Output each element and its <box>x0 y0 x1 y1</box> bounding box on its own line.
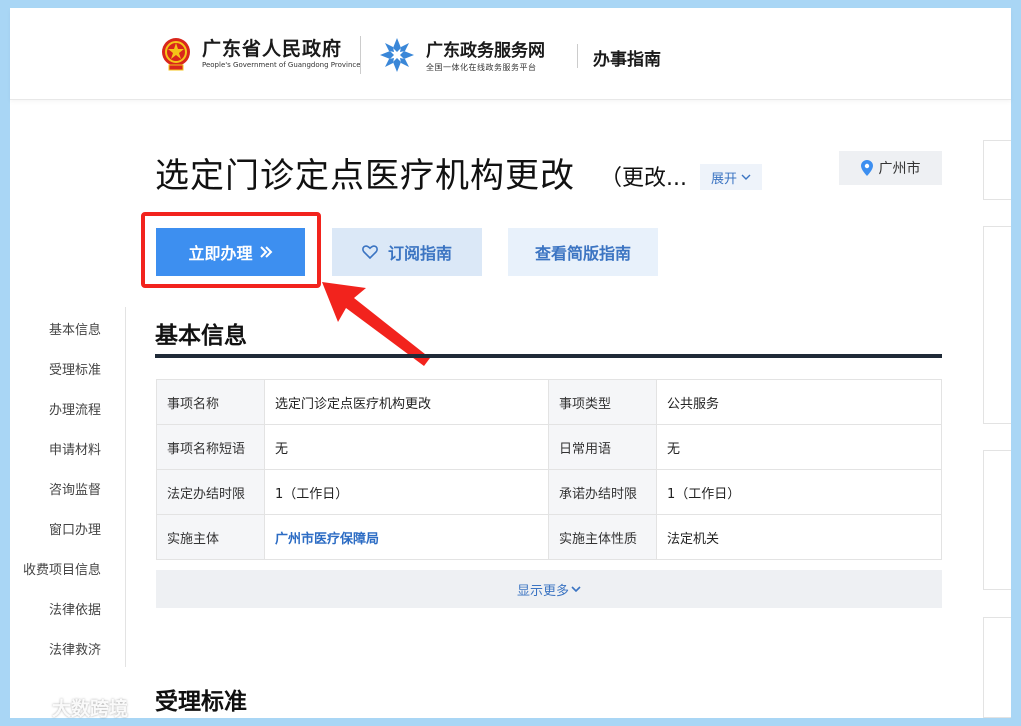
side-card <box>983 226 1011 424</box>
table-key: 日常用语 <box>548 424 657 470</box>
heart-icon <box>362 245 378 259</box>
basic-info-table: 事项名称 选定门诊定点医疗机构更改 事项类型 公共服务 事项名称短语 无 日常用… <box>156 379 942 560</box>
table-row: 实施主体 广州市医疗保障局 实施主体性质 法定机关 <box>156 514 942 560</box>
portal-slogan: 全国一体化在线政务服务平台 <box>426 63 537 72</box>
side-nav: 基本信息 受理标准 办理流程 申请材料 咨询监督 窗口办理 收费项目信息 法律依… <box>10 307 126 667</box>
table-value: 法定机关 <box>656 514 942 560</box>
gov-english-name: People's Government of Guangdong Provinc… <box>202 61 361 69</box>
chevron-down-icon <box>741 174 751 180</box>
portal-name[interactable]: 广东政务服务网 <box>426 36 545 61</box>
screenshot-frame-top <box>0 0 1021 8</box>
subscribe-guide-label: 订阅指南 <box>387 244 452 263</box>
side-card <box>983 140 1011 200</box>
watermark-logo-icon <box>11 697 45 718</box>
simple-guide-label: 查看简版指南 <box>534 244 631 263</box>
table-row: 事项名称 选定门诊定点医疗机构更改 事项类型 公共服务 <box>156 379 942 425</box>
portal-logo-icon[interactable] <box>378 36 416 74</box>
table-key: 实施主体性质 <box>548 514 657 560</box>
highlight-box <box>141 212 321 288</box>
gov-name[interactable]: 广东省人民政府 <box>202 34 342 61</box>
side-nav-item-acceptance[interactable]: 受理标准 <box>49 359 101 378</box>
header-divider <box>360 36 361 74</box>
table-row: 事项名称短语 无 日常用语 无 <box>156 424 942 470</box>
location-label: 广州市 <box>878 161 921 177</box>
screenshot-frame-left <box>0 0 10 726</box>
table-key: 承诺办结时限 <box>548 469 657 515</box>
header-divider <box>577 44 578 68</box>
table-key: 法定办结时限 <box>156 469 265 515</box>
guide-label: 办事指南 <box>593 50 661 70</box>
section-title-basic-info: 基本信息 <box>155 323 247 349</box>
table-value: 1（工作日） <box>656 469 942 515</box>
table-value: 无 <box>264 424 549 470</box>
side-nav-item-window[interactable]: 窗口办理 <box>49 519 101 538</box>
show-more-button[interactable]: 显示更多 <box>156 570 942 608</box>
watermark-text: 大数跨境 <box>52 698 129 720</box>
table-value: 公共服务 <box>656 379 942 425</box>
location-selector[interactable]: 广州市 <box>839 151 942 185</box>
table-row: 法定办结时限 1（工作日） 承诺办结时限 1（工作日） <box>156 469 942 515</box>
side-nav-item-basic-info[interactable]: 基本信息 <box>49 319 101 338</box>
side-nav-item-fees[interactable]: 收费项目信息 <box>23 559 101 578</box>
chevron-down-icon <box>571 586 581 592</box>
national-emblem-icon[interactable] <box>160 36 192 72</box>
side-nav-item-legal-remedy[interactable]: 法律救济 <box>49 639 101 658</box>
page-title-alias: （更改... <box>600 166 687 191</box>
watermark: 大数跨境 <box>10 694 128 721</box>
site-header: 广东省人民政府 People's Government of Guangdong… <box>10 8 1011 100</box>
table-value-cell: 广州市医疗保障局 <box>264 514 549 560</box>
table-value: 选定门诊定点医疗机构更改 <box>264 379 549 425</box>
side-nav-item-materials[interactable]: 申请材料 <box>49 439 101 458</box>
side-nav-item-consult[interactable]: 咨询监督 <box>49 479 101 498</box>
side-nav-item-legal-basis[interactable]: 法律依据 <box>49 599 101 618</box>
table-key: 事项类型 <box>548 379 657 425</box>
table-key: 实施主体 <box>156 514 265 560</box>
show-more-label: 显示更多 <box>516 583 569 599</box>
section-divider <box>155 354 942 358</box>
simple-guide-button[interactable]: 查看简版指南 <box>508 228 658 276</box>
location-pin-icon <box>860 160 873 176</box>
section-title-acceptance: 受理标准 <box>155 689 247 715</box>
page-title: 选定门诊定点医疗机构更改 <box>155 156 575 196</box>
subscribe-guide-button[interactable]: 订阅指南 <box>332 228 482 276</box>
side-nav-item-process[interactable]: 办理流程 <box>49 399 101 418</box>
table-key: 事项名称 <box>156 379 265 425</box>
table-value: 1（工作日） <box>264 469 549 515</box>
table-value: 无 <box>656 424 942 470</box>
side-card <box>983 450 1011 590</box>
implementing-agency-link[interactable]: 广州市医疗保障局 <box>275 532 379 547</box>
side-card <box>983 617 1011 718</box>
screenshot-frame-right <box>1011 0 1021 726</box>
table-key: 事项名称短语 <box>156 424 265 470</box>
expand-label: 展开 <box>710 171 737 187</box>
screenshot-frame-bottom <box>0 718 1021 726</box>
expand-button[interactable]: 展开 <box>700 164 762 190</box>
